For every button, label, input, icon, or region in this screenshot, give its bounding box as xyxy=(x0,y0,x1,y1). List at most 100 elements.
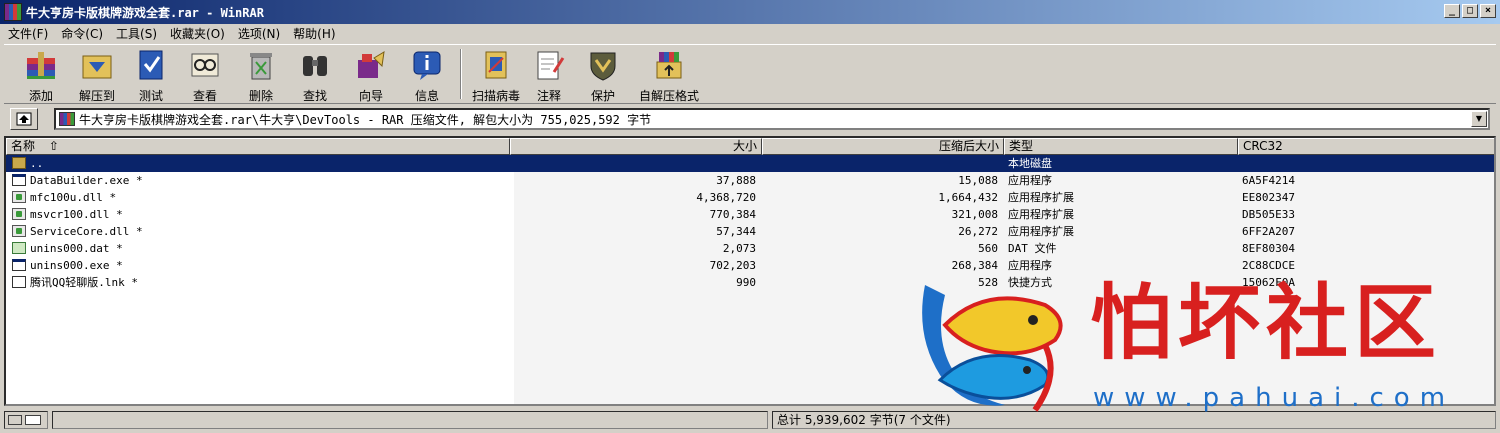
file-row[interactable]: DataBuilder.exe * 37,888 15,088 应用程序 6A5… xyxy=(6,172,1494,189)
file-type: 应用程序扩展 xyxy=(1008,208,1074,221)
menu-commands[interactable]: 命令(C) xyxy=(53,25,108,42)
exe-file-icon xyxy=(12,174,26,186)
test-button[interactable]: 测试 xyxy=(128,47,174,103)
view-button[interactable]: 查看 xyxy=(182,47,228,103)
protect-label: 保护 xyxy=(590,89,615,103)
sfx-button[interactable]: 自解压格式 xyxy=(634,47,704,103)
delete-label: 删除 xyxy=(248,89,273,103)
maximize-button[interactable]: □ xyxy=(1462,4,1478,18)
column-packed-header[interactable]: 压缩后大小 xyxy=(762,138,1004,155)
status-indicators xyxy=(4,411,48,429)
wizard-button[interactable]: 向导 xyxy=(346,47,396,103)
file-packed: 321,008 xyxy=(951,208,998,221)
file-size: 990 xyxy=(736,276,756,289)
file-row-parent[interactable]: .. 本地磁盘 xyxy=(6,155,1494,172)
file-packed: 528 xyxy=(978,276,998,289)
file-row[interactable]: unins000.exe * 702,203 268,384 应用程序 2C88… xyxy=(6,257,1494,274)
extract-button[interactable]: 解压到 xyxy=(72,47,122,103)
file-crc: 8EF80304 xyxy=(1242,242,1295,255)
find-label: 查找 xyxy=(302,89,327,103)
file-row[interactable]: msvcr100.dll * 770,384 321,008 应用程序扩展 DB… xyxy=(6,206,1494,223)
exe-file-icon xyxy=(12,259,26,271)
file-row[interactable]: unins000.dat * 2,073 560 DAT 文件 8EF80304 xyxy=(6,240,1494,257)
file-list[interactable]: 名称 ⇧ 大小 压缩后大小 类型 CRC32 .. 本地磁盘 DataBuild… xyxy=(4,136,1496,406)
find-binoculars-icon xyxy=(303,56,327,76)
info-button[interactable]: 信息 xyxy=(404,47,450,103)
add-button[interactable]: 添加 xyxy=(16,47,66,103)
file-size: 702,203 xyxy=(709,259,756,272)
winrar-app-icon[interactable] xyxy=(4,3,22,21)
file-row[interactable]: ServiceCore.dll * 57,344 26,272 应用程序扩展 6… xyxy=(6,223,1494,240)
toolbar-separator xyxy=(460,49,462,99)
protect-shield-icon xyxy=(590,52,616,81)
file-packed: 1,664,432 xyxy=(938,191,998,204)
file-type: 应用程序 xyxy=(1008,174,1052,187)
file-type: 应用程序扩展 xyxy=(1008,191,1074,204)
column-size-header[interactable]: 大小 xyxy=(510,138,762,155)
menu-favorites[interactable]: 收藏夹(O) xyxy=(162,25,230,42)
file-crc: EE802347 xyxy=(1242,191,1295,204)
file-packed xyxy=(762,155,998,172)
wizard-icon xyxy=(358,51,385,78)
close-button[interactable]: × xyxy=(1480,4,1496,18)
comment-label: 注释 xyxy=(536,89,561,103)
file-size: 57,344 xyxy=(716,225,756,238)
comment-notepad-icon xyxy=(537,51,565,80)
address-bar[interactable]: 牛大亨房卡版棋牌游戏全套.rar\牛大亨\DevTools - RAR 压缩文件… xyxy=(54,108,1490,130)
menu-options[interactable]: 选项(N) xyxy=(230,25,285,42)
minimize-button[interactable]: _ xyxy=(1444,4,1460,18)
file-name: msvcr100.dll * xyxy=(30,208,123,221)
column-type-header[interactable]: 类型 xyxy=(1004,138,1238,155)
view-glasses-icon xyxy=(191,53,219,77)
menu-tools[interactable]: 工具(S) xyxy=(108,25,162,42)
sfx-label: 自解压格式 xyxy=(638,89,699,103)
rar-archive-icon xyxy=(59,112,75,126)
shortcut-file-icon xyxy=(12,276,26,288)
virus-scan-icon xyxy=(485,51,507,79)
file-crc: DB505E33 xyxy=(1242,208,1295,221)
file-crc: 6FF2A207 xyxy=(1242,225,1295,238)
file-name: 腾讯QQ轻聊版.lnk * xyxy=(30,276,138,289)
file-type: DAT 文件 xyxy=(1008,242,1057,255)
file-row[interactable]: 腾讯QQ轻聊版.lnk * 990 528 快捷方式 15062F0A xyxy=(6,274,1494,291)
file-size: 4,368,720 xyxy=(696,191,756,204)
column-name-header[interactable]: 名称 ⇧ xyxy=(6,138,510,155)
view-label: 查看 xyxy=(192,89,217,103)
sort-arrow-icon: ⇧ xyxy=(48,139,59,153)
dll-file-icon xyxy=(12,191,26,203)
drive-icon xyxy=(8,415,22,425)
file-crc: 2C88CDCE xyxy=(1242,259,1295,272)
column-crc-header[interactable]: CRC32 xyxy=(1238,138,1494,155)
test-book-icon xyxy=(139,50,163,80)
window-title: 牛大亨房卡版棋牌游戏全套.rar - WinRAR xyxy=(26,5,264,20)
comment-button[interactable]: 注释 xyxy=(526,47,572,103)
file-row[interactable]: mfc100u.dll * 4,368,720 1,664,432 应用程序扩展… xyxy=(6,189,1494,206)
virus-scan-label: 扫描病毒 xyxy=(471,89,520,103)
folder-icon xyxy=(12,157,26,169)
status-total: 总计 5,939,602 字节(7 个文件) xyxy=(772,411,1496,429)
file-type: 快捷方式 xyxy=(1008,276,1052,289)
wizard-label: 向导 xyxy=(358,89,383,103)
file-name: ServiceCore.dll * xyxy=(30,225,143,238)
address-path: 牛大亨房卡版棋牌游戏全套.rar\牛大亨\DevTools - RAR 压缩文件… xyxy=(79,112,652,127)
menu-help[interactable]: 帮助(H) xyxy=(285,25,340,42)
find-button[interactable]: 查找 xyxy=(292,47,338,103)
menu-file[interactable]: 文件(F) xyxy=(0,25,53,42)
file-crc xyxy=(1242,155,1492,172)
virus-scan-button[interactable]: 扫描病毒 xyxy=(466,47,526,103)
info-label: 信息 xyxy=(414,89,439,103)
file-size: 2,073 xyxy=(722,242,756,255)
up-folder-button[interactable] xyxy=(10,108,38,130)
file-crc: 15062F0A xyxy=(1242,276,1295,289)
extract-label: 解压到 xyxy=(78,89,115,103)
up-arrow-icon xyxy=(16,112,32,126)
status-selection xyxy=(52,411,768,429)
file-size: 770,384 xyxy=(709,208,756,221)
extract-folder-icon xyxy=(82,55,112,79)
file-type: 本地磁盘 xyxy=(1008,157,1052,170)
address-dropdown-button[interactable]: ▼ xyxy=(1471,111,1487,127)
protect-button[interactable]: 保护 xyxy=(580,47,626,103)
dll-file-icon xyxy=(12,208,26,220)
delete-button[interactable]: 删除 xyxy=(238,47,284,103)
file-size xyxy=(510,155,756,172)
